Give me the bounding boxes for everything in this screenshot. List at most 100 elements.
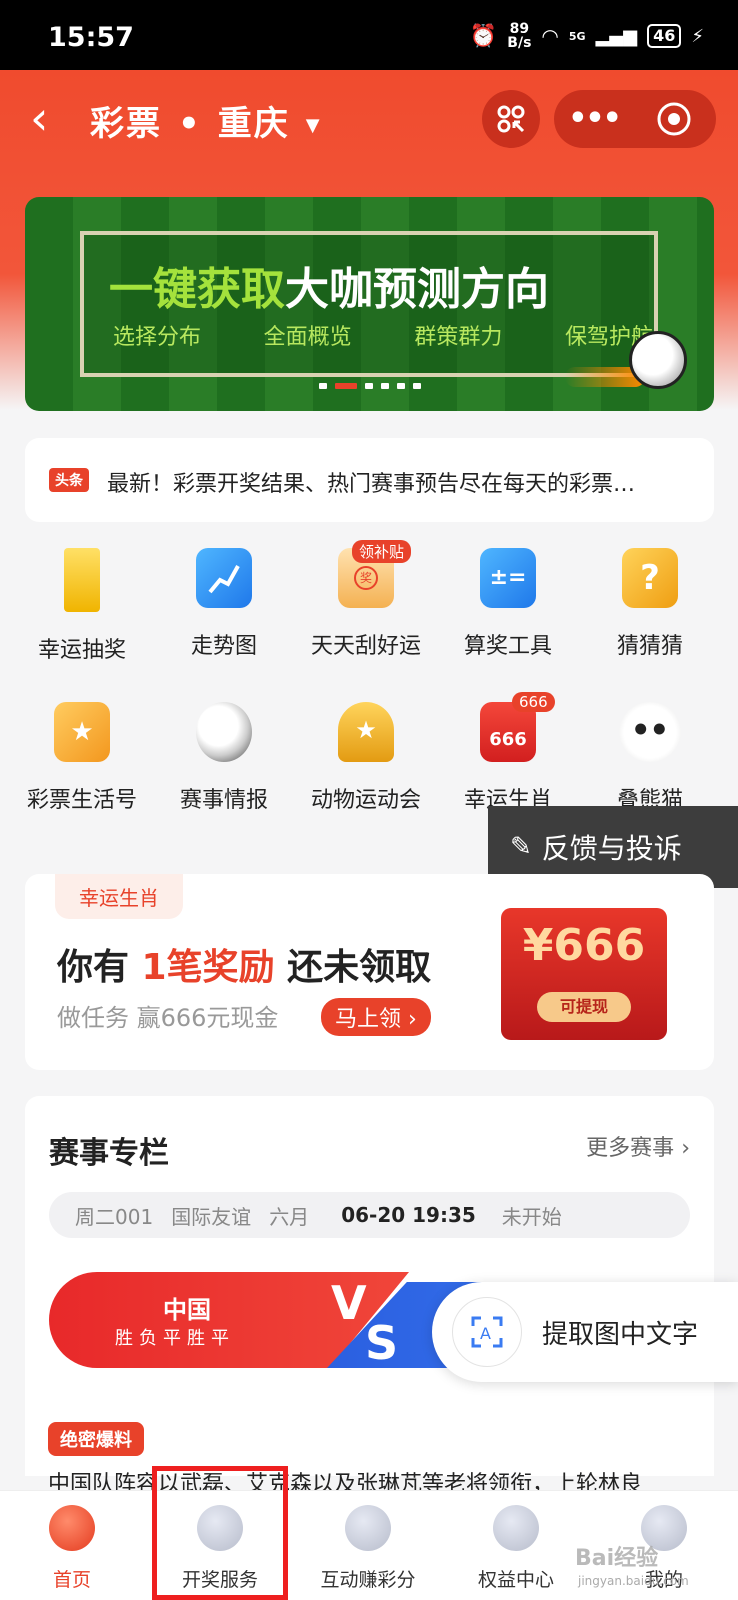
match-league: 国际友谊 (171, 1204, 252, 1229)
carousel-dots (25, 383, 714, 389)
scan-text-icon: A (471, 1316, 503, 1348)
scan-icon (497, 105, 525, 133)
tab-home[interactable]: 首页 (2, 1505, 142, 1592)
trend-line-icon (208, 565, 240, 594)
vs-letter-v: V (331, 1276, 367, 1330)
question-icon: ? (622, 548, 678, 608)
grid-item-guess[interactable]: ? 猜猜猜 (580, 548, 720, 660)
grid-label: 彩票生活号 (26, 788, 137, 813)
zodiac-reward-card[interactable]: 幸运生肖 你有 1笔奖励 还未领取 做任务 赢666元现金 马上领 › ¥666… (25, 874, 714, 1070)
clover-icon (493, 1505, 539, 1551)
prize-icon: 奖 (354, 566, 378, 590)
news-text: 最新！彩票开奖结果、热门赛事预告尽在每天的彩票… (107, 472, 636, 497)
banner-subtitles: 选择分布 全面概览 群策群力 保驾护航 (113, 319, 653, 351)
title-separator: • (178, 104, 202, 144)
signal-bars-icon: ▂▄▆ (595, 25, 638, 47)
grid-label: 猜猜猜 (616, 634, 683, 659)
home-mascot-icon (49, 1505, 95, 1551)
section-title: 赛事专栏 (49, 1136, 169, 1171)
calculator-icon: ±= (480, 548, 536, 608)
promo-headline-post: 还未领取 (274, 947, 432, 988)
trophy-icon: ★ (338, 702, 394, 762)
scoop-text[interactable]: 中国队阵容以武磊、艾克森以及张琳芃等老将领衔，上轮林良 (48, 1466, 714, 1490)
watermark-url: jingyan.baidu.com (578, 1574, 689, 1588)
status-icons: ⏰ 89 B/s ◠ 5G ▂▄▆ 46 ⚡ (470, 22, 704, 50)
promo-tag: 幸运生肖 (55, 874, 183, 919)
claim-now-button[interactable]: 马上领 › (321, 998, 431, 1036)
panda-icon (619, 702, 681, 762)
match-info-bar[interactable]: 周二001 国际友谊 六月 06-20 19:35 未开始 (49, 1192, 690, 1238)
back-icon[interactable]: ‹ (30, 95, 48, 141)
tab-label: 首页 (52, 1569, 91, 1591)
scoop-badge: 绝密爆料 (48, 1422, 144, 1456)
extract-text-button[interactable]: A 提取图中文字 (432, 1282, 738, 1382)
battery-indicator: 46 (647, 24, 682, 48)
extract-text-label: 提取图中文字 (542, 1319, 699, 1350)
charging-icon: ⚡ (691, 25, 704, 47)
grid-label: 幸运抽奖 (37, 638, 126, 663)
home-team-record: 胜负平胜平 (115, 1328, 235, 1349)
home-team-name: 中国 (163, 1296, 211, 1324)
grid-item-calculator[interactable]: ±= 算奖工具 (438, 548, 578, 660)
close-target-button[interactable] (634, 101, 714, 137)
reward-amount: ¥666 (522, 920, 646, 971)
banner-headline: 一键获取大咖预测方向 (109, 253, 549, 317)
more-events-link[interactable]: 更多赛事 › (586, 1130, 690, 1162)
caret-down-icon[interactable]: ▼ (306, 115, 322, 136)
soccer-ball-icon (629, 331, 687, 389)
page-title: 彩票 • 重庆 ▼ (90, 96, 322, 145)
ocr-icon: A (452, 1297, 522, 1367)
carousel-dot (364, 383, 373, 389)
carousel-dot (396, 383, 405, 389)
location-selector[interactable]: 重庆 (218, 104, 290, 144)
tab-benefits[interactable]: 权益中心 (446, 1505, 586, 1592)
net-speed: 89 B/s (507, 22, 531, 50)
match-status: 未开始 (501, 1204, 562, 1229)
grid-item-animal-games[interactable]: ★ 动物运动会 (296, 702, 436, 814)
grid-item-match-intel[interactable]: 赛事情报 (154, 702, 294, 814)
subsidy-badge: 领补贴 (352, 540, 412, 563)
grid-label: 走势图 (190, 634, 257, 659)
more-menu-icon[interactable]: ••• (554, 90, 634, 148)
news-ticker[interactable]: 头条 最新！彩票开奖结果、热门赛事预告尽在每天的彩票… (25, 438, 714, 522)
more-events-label: 更多赛事 (586, 1136, 675, 1161)
planet-icon (345, 1505, 391, 1551)
match-number: 周二001 (75, 1204, 154, 1229)
net-speed-value: 89 (509, 21, 530, 37)
grid-item-scratch[interactable]: 奖 领补贴 天天刮好运 (296, 540, 436, 660)
promo-headline-pre: 你有 (57, 947, 142, 988)
grid-label: 赛事情报 (179, 788, 268, 813)
match-round: 六月 (269, 1204, 310, 1229)
svg-text:A: A (480, 1324, 491, 1343)
scan-button[interactable] (482, 90, 540, 148)
tab-label: 权益中心 (477, 1569, 554, 1591)
carousel-dot-active (334, 383, 357, 389)
promo-banner[interactable]: 一键获取大咖预测方向 选择分布 全面概览 群策群力 保驾护航 (25, 197, 714, 411)
banner-sub: 群策群力 (414, 325, 503, 350)
net-speed-unit: B/s (507, 35, 532, 51)
withdraw-button[interactable]: 可提现 (537, 992, 631, 1022)
grid-item-zodiac[interactable]: 666 666 幸运生肖 (438, 692, 578, 814)
status-bar: 15:57 ⏰ 89 B/s ◠ 5G ▂▄▆ 46 ⚡ (0, 0, 738, 70)
tab-earn-points[interactable]: 互动赚彩分 (298, 1505, 438, 1592)
grid-item-panda[interactable]: 叠熊猫 (580, 702, 720, 814)
watermark-logo: Bai经验 (575, 1546, 659, 1571)
zodiac-badge: 666 (512, 692, 555, 712)
trend-chart-icon (196, 548, 252, 608)
vs-letter-s: S (365, 1316, 399, 1370)
banner-sub: 选择分布 (113, 325, 202, 350)
chevron-right-icon: › (681, 1136, 690, 1161)
wifi-icon: ◠ (541, 24, 559, 48)
carousel-dot (412, 383, 421, 389)
carousel-dot (380, 383, 389, 389)
grid-item-trend-chart[interactable]: 走势图 (154, 548, 294, 660)
signal-label: 5G (568, 29, 586, 43)
carousel-dot (318, 383, 327, 389)
grid-item-lucky-draw[interactable]: 幸运抽奖 (12, 548, 152, 664)
grid-label: 动物运动会 (310, 788, 421, 813)
star-flag-icon: ★ (54, 702, 110, 762)
red-envelope-icon: ¥666 可提现 (501, 908, 667, 1040)
edit-icon: ✎ (510, 832, 532, 862)
grid-item-life-account[interactable]: ★ 彩票生活号 (12, 702, 152, 814)
alarm-icon: ⏰ (469, 23, 498, 49)
